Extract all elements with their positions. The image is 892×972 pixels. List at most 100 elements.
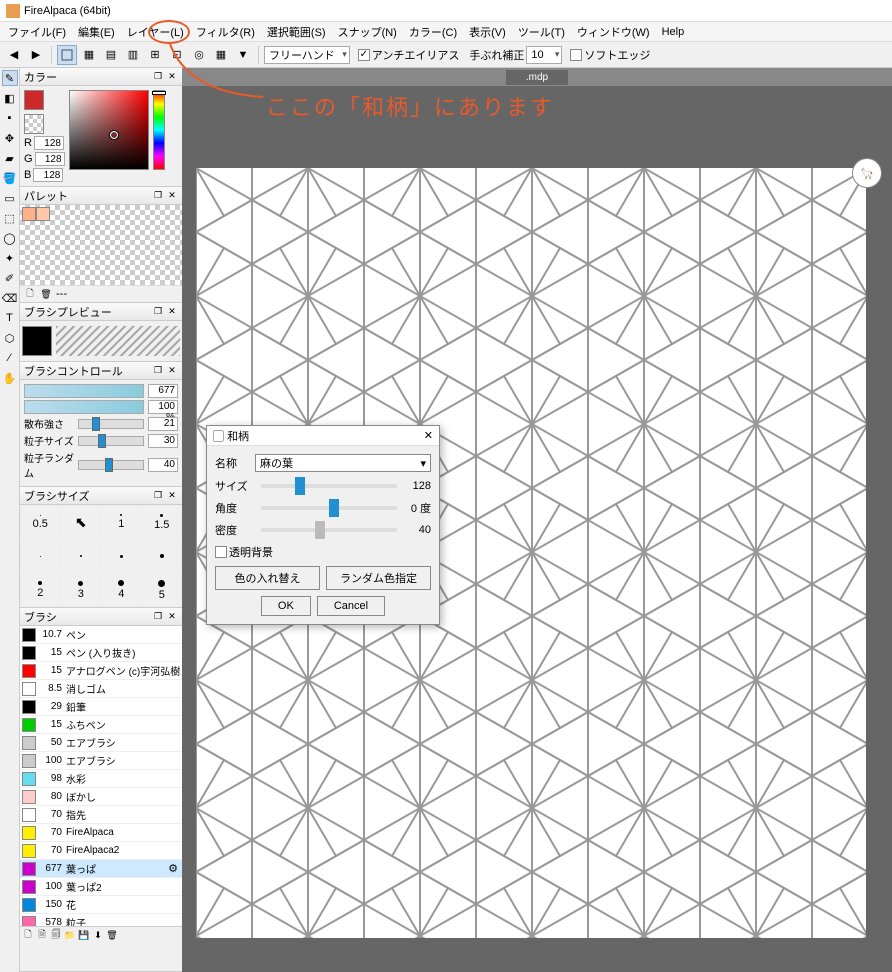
select-rect-tool[interactable]: ⬚ xyxy=(2,210,18,226)
palette-chip[interactable] xyxy=(36,207,50,221)
gradient-tool[interactable]: ▭ xyxy=(2,190,18,206)
close-icon[interactable]: ✕ xyxy=(166,306,178,318)
wand-tool[interactable]: ✦ xyxy=(2,250,18,266)
size-cell[interactable] xyxy=(101,539,142,573)
add-brush-script-icon[interactable]: 🗎 xyxy=(36,929,48,941)
ctrl-value[interactable]: 21 xyxy=(148,417,178,431)
undock-icon[interactable]: ❐ xyxy=(152,71,164,83)
color-field[interactable] xyxy=(69,90,149,170)
brush-row[interactable]: 100エアブラシ xyxy=(20,752,182,770)
undock-icon[interactable]: ❐ xyxy=(152,365,164,377)
ctrl-value[interactable]: 30 xyxy=(148,434,178,448)
menu-view[interactable]: 表示(V) xyxy=(463,22,512,42)
brush-row[interactable]: 50エアブラシ xyxy=(20,734,182,752)
brush-row[interactable]: 677葉っぱ⚙ xyxy=(20,860,182,878)
undock-icon[interactable]: ❐ xyxy=(152,306,164,318)
lasso-tool[interactable]: ◯ xyxy=(2,230,18,246)
ctrl-slider[interactable] xyxy=(78,436,144,446)
size-cell[interactable]: 2 xyxy=(20,573,61,607)
stroke-mode-combo[interactable]: フリーハンド xyxy=(264,46,350,64)
dot-tool[interactable]: ▪ xyxy=(2,110,18,126)
swap-colors-button[interactable]: 色の入れ替え xyxy=(215,566,320,590)
size-slider[interactable] xyxy=(261,484,397,488)
b-input[interactable] xyxy=(33,168,63,182)
size-cell[interactable]: 5 xyxy=(142,573,183,607)
pattern-combo[interactable]: 麻の葉 xyxy=(255,454,431,472)
size-value[interactable]: 677 xyxy=(148,384,178,398)
softedge-checkbox[interactable]: ソフトエッジ xyxy=(570,47,650,63)
size-cell[interactable]: 1 xyxy=(101,505,142,539)
duplicate-brush-icon[interactable]: 🗐 xyxy=(50,929,62,941)
redo-button[interactable]: ▶ xyxy=(26,45,46,65)
size-bar[interactable] xyxy=(24,384,144,398)
add-palette-icon[interactable]: 🗋 xyxy=(24,288,36,300)
brush-row[interactable]: 10.7ペン xyxy=(20,626,182,644)
antialias-checkbox[interactable]: アンチエイリアス xyxy=(358,47,460,63)
close-icon[interactable]: ✕ xyxy=(166,71,178,83)
brush-row[interactable]: 100葉っぱ2 xyxy=(20,878,182,896)
menu-filter[interactable]: フィルタ(R) xyxy=(190,22,261,42)
undo-button[interactable]: ◀ xyxy=(4,45,24,65)
fg-swatch[interactable] xyxy=(24,90,44,110)
close-icon[interactable]: ✕ xyxy=(166,490,178,502)
ruler-button[interactable]: ⊡ xyxy=(167,45,187,65)
hand-tool[interactable]: ✋ xyxy=(2,370,18,386)
move-tool[interactable]: ✥ xyxy=(2,130,18,146)
add-brush-icon[interactable]: 🗋 xyxy=(22,929,34,941)
menu-layer[interactable]: レイヤー(L) xyxy=(121,22,190,42)
eraser-tool[interactable]: ◧ xyxy=(2,90,18,106)
settings-button[interactable]: ▼ xyxy=(233,45,253,65)
close-icon[interactable]: ✕ xyxy=(166,190,178,202)
g-input[interactable] xyxy=(35,152,65,166)
close-icon[interactable]: ✕ xyxy=(424,429,433,442)
stabilizer-combo[interactable]: 10 xyxy=(526,46,562,64)
fill-tool[interactable]: ▰ xyxy=(2,150,18,166)
menu-select[interactable]: 選択範囲(S) xyxy=(261,22,332,42)
snap-button[interactable]: ◎ xyxy=(189,45,209,65)
bucket-tool[interactable]: 🪣 xyxy=(2,170,18,186)
size-cell[interactable] xyxy=(142,539,183,573)
size-cell[interactable]: 4 xyxy=(101,573,142,607)
mode-sub-button[interactable]: ▤ xyxy=(101,45,121,65)
r-input[interactable] xyxy=(34,136,64,150)
size-cell[interactable]: 1.5 xyxy=(142,505,183,539)
grid-button[interactable]: ⊞ xyxy=(145,45,165,65)
download-brush-icon[interactable]: ⬇ xyxy=(92,929,104,941)
opacity-bar[interactable] xyxy=(24,400,144,414)
brush-row[interactable]: 70FireAlpaca2 xyxy=(20,842,182,860)
select-erase-tool[interactable]: ⌫ xyxy=(2,290,18,306)
brush-row[interactable]: 15ふちペン xyxy=(20,716,182,734)
size-cell[interactable] xyxy=(61,539,102,573)
cancel-button[interactable]: Cancel xyxy=(317,596,385,616)
save-brush-icon[interactable]: 💾 xyxy=(78,929,90,941)
hue-slider[interactable] xyxy=(153,90,165,170)
mode-add-button[interactable]: ▦ xyxy=(79,45,99,65)
menu-edit[interactable]: 編集(E) xyxy=(72,22,121,42)
bg-swatch[interactable] xyxy=(24,114,44,134)
eyedropper-tool[interactable]: ⁄ xyxy=(2,350,18,366)
menu-window[interactable]: ウィンドウ(W) xyxy=(571,22,656,42)
undock-icon[interactable]: ❐ xyxy=(152,611,164,623)
brush-tool[interactable]: ✎ xyxy=(2,70,18,86)
brush-row[interactable]: 578粒子 xyxy=(20,914,182,926)
size-cell[interactable]: ⬉ xyxy=(61,505,102,539)
brush-row[interactable]: 98水彩 xyxy=(20,770,182,788)
mode-normal-button[interactable] xyxy=(57,45,77,65)
close-icon[interactable]: ✕ xyxy=(166,611,178,623)
brush-row[interactable]: 70指先 xyxy=(20,806,182,824)
ctrl-value[interactable]: 40 xyxy=(148,458,178,472)
text-tool[interactable]: T xyxy=(2,310,18,326)
delete-palette-icon[interactable]: 🗑 xyxy=(40,288,52,300)
opacity-value[interactable]: 100 % xyxy=(148,400,178,414)
ctrl-slider[interactable] xyxy=(78,460,144,470)
ok-button[interactable]: OK xyxy=(261,596,311,616)
gear-icon[interactable]: ⚙ xyxy=(168,862,178,875)
menu-tool[interactable]: ツール(T) xyxy=(512,22,571,42)
size-cell[interactable]: 3 xyxy=(61,573,102,607)
transparent-checkbox[interactable]: 透明背景 xyxy=(215,544,273,560)
menu-help[interactable]: Help xyxy=(656,24,691,40)
menu-file[interactable]: ファイル(F) xyxy=(2,22,72,42)
size-cell[interactable] xyxy=(20,539,61,573)
brush-folder-icon[interactable]: 📁 xyxy=(64,929,76,941)
brush-row[interactable]: 8.5消しゴム xyxy=(20,680,182,698)
